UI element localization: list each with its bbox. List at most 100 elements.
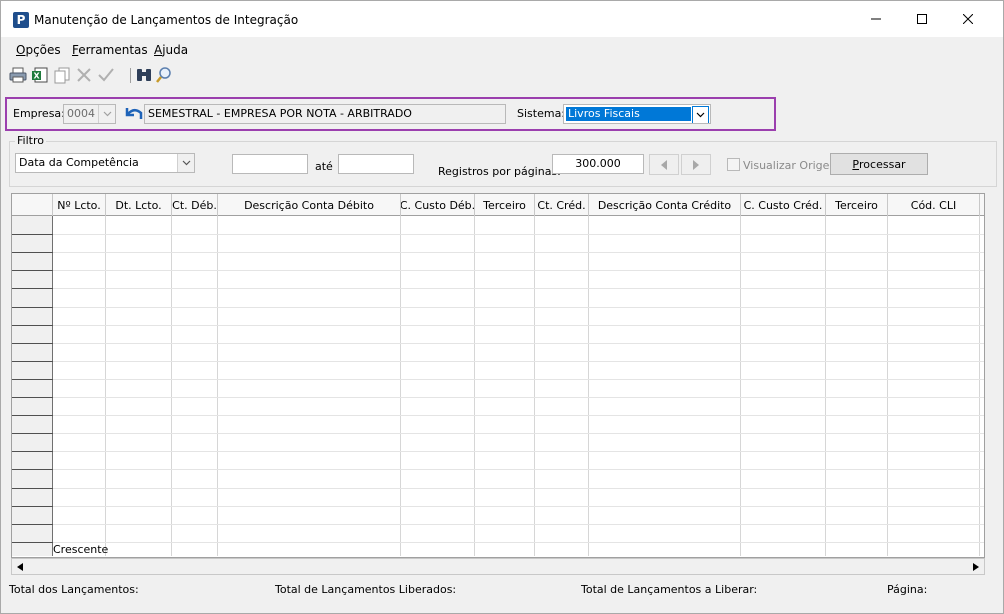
horizontal-scrollbar[interactable] xyxy=(11,558,985,575)
grid-row-divider xyxy=(53,343,984,344)
grid-row-divider xyxy=(53,307,984,308)
grid-column-divider xyxy=(105,216,106,556)
copy-button[interactable] xyxy=(53,66,71,84)
grid-row-divider xyxy=(53,234,984,235)
column-header[interactable]: Nº Lcto. xyxy=(53,194,106,216)
lancamentos-grid[interactable]: Nº Lcto. Dt. Lcto. Ct. Déb. Descrição Co… xyxy=(11,193,985,558)
empresa-label: Empresa: xyxy=(13,107,65,120)
ate-label: até xyxy=(315,160,333,173)
empresa-name-field: SEMESTRAL - EMPRESA POR NOTA - ARBITRADO xyxy=(144,104,506,124)
grid-row-divider xyxy=(53,469,984,470)
registros-label: Registros por páginas: xyxy=(438,165,561,178)
row-indicator-divider xyxy=(12,343,53,344)
binoculars-button[interactable] xyxy=(135,66,153,84)
grid-row-divider xyxy=(53,252,984,253)
row-indicator-divider xyxy=(12,397,53,398)
grid-column-divider xyxy=(400,216,401,556)
grid-header: Nº Lcto. Dt. Lcto. Ct. Déb. Descrição Co… xyxy=(12,194,984,216)
empresa-code-combo[interactable]: 0004 xyxy=(63,104,116,124)
empresa-section: Empresa: 0004 SEMESTRAL - EMPRESA POR NO… xyxy=(5,97,776,131)
row-indicator-divider xyxy=(12,288,53,289)
column-header[interactable]: Ct. Créd. xyxy=(535,194,589,216)
grid-column-divider xyxy=(171,216,172,556)
toolbar-separator xyxy=(130,68,131,83)
menu-ferramentas[interactable]: Ferramentas xyxy=(72,43,148,57)
pagina-label: Página: xyxy=(887,583,928,596)
delete-button[interactable] xyxy=(75,66,93,84)
column-header[interactable]: Descrição Conta Crédito xyxy=(589,194,741,216)
grid-column-divider xyxy=(740,216,741,556)
grid-row-divider xyxy=(53,288,984,289)
filtro-to-input[interactable] xyxy=(338,154,414,174)
toolbar: X xyxy=(9,65,309,87)
arrow-right-icon xyxy=(693,159,699,170)
export-excel-icon: X xyxy=(32,67,48,83)
scroll-left-button[interactable] xyxy=(12,559,28,574)
row-indicator-divider xyxy=(12,542,53,543)
row-indicator-divider xyxy=(12,415,53,416)
visualizar-origem-checkbox[interactable] xyxy=(727,158,740,171)
sistema-selected-value: Livros Fiscais xyxy=(566,107,691,121)
app-logo-icon: P xyxy=(13,12,29,28)
column-header[interactable]: Dt. Lcto. xyxy=(106,194,172,216)
total-lancamentos-label: Total dos Lançamentos: xyxy=(9,583,139,596)
processar-button[interactable]: Processar xyxy=(830,153,928,175)
scroll-right-button[interactable] xyxy=(968,559,984,574)
row-indicator-divider xyxy=(12,379,53,380)
grid-column-divider xyxy=(979,216,980,556)
grid-row-divider xyxy=(53,433,984,434)
row-indicator-divider xyxy=(12,506,53,507)
row-indicator-divider xyxy=(12,234,53,235)
copy-icon xyxy=(54,67,70,84)
arrow-right-icon xyxy=(973,562,979,571)
grid-column-divider xyxy=(474,216,475,556)
title-bar: P Manutenção de Lançamentos de Integraçã… xyxy=(1,1,1003,37)
maximize-icon xyxy=(917,14,927,24)
sistema-select[interactable]: Livros Fiscais xyxy=(563,104,711,124)
close-icon xyxy=(963,14,973,24)
export-excel-button[interactable]: X xyxy=(31,66,49,84)
minimize-icon xyxy=(871,18,881,20)
menu-opcoes[interactable]: Opções xyxy=(16,43,61,57)
print-button[interactable] xyxy=(9,66,27,84)
column-header[interactable]: C. Custo Déb. xyxy=(401,194,475,216)
minimize-button[interactable] xyxy=(853,1,899,37)
column-header[interactable]: Ct. Déb. xyxy=(172,194,218,216)
total-liberados-label: Total de Lançamentos Liberados: xyxy=(275,583,457,596)
column-header[interactable]: C. Custo Créd. xyxy=(741,194,826,216)
empresa-code-dropdown-button[interactable] xyxy=(98,105,115,123)
menu-ajuda[interactable]: Ajuda xyxy=(154,43,188,57)
filtro-type-select[interactable]: Data da Competência xyxy=(15,153,195,173)
svg-text:X: X xyxy=(34,72,41,81)
previous-page-button[interactable] xyxy=(649,154,679,175)
registros-input[interactable]: 300.000 xyxy=(552,154,644,174)
next-page-button[interactable] xyxy=(681,154,711,175)
grid-row-divider xyxy=(53,270,984,271)
main-window: P Manutenção de Lançamentos de Integraçã… xyxy=(0,0,1004,614)
search-icon xyxy=(156,67,171,83)
close-button[interactable] xyxy=(945,1,991,37)
filtro-from-input[interactable] xyxy=(232,154,308,174)
sistema-dropdown-button[interactable] xyxy=(692,106,709,123)
grid-column-divider xyxy=(887,216,888,556)
column-header-filler xyxy=(980,194,984,216)
binoculars-icon xyxy=(137,69,151,81)
column-header[interactable]: Terceiro xyxy=(475,194,535,216)
confirm-button[interactable] xyxy=(97,66,115,84)
row-indicator-column xyxy=(12,216,53,556)
empresa-code-value: 0004 xyxy=(67,107,95,120)
grid-row-divider xyxy=(53,506,984,507)
column-header[interactable]: Cód. CLI xyxy=(888,194,980,216)
arrow-left-icon xyxy=(661,159,667,170)
column-header[interactable]: Terceiro xyxy=(826,194,888,216)
grid-column-divider xyxy=(534,216,535,556)
filtro-type-dropdown-button[interactable] xyxy=(177,154,194,172)
row-indicator-divider xyxy=(12,361,53,362)
grid-row-divider xyxy=(53,415,984,416)
maximize-button[interactable] xyxy=(899,1,945,37)
row-indicator-divider xyxy=(12,488,53,489)
empresa-lookup-button[interactable] xyxy=(124,105,144,123)
search-button[interactable] xyxy=(155,66,173,84)
filtro-group-title: Filtro xyxy=(15,134,46,147)
column-header[interactable]: Descrição Conta Débito xyxy=(218,194,401,216)
